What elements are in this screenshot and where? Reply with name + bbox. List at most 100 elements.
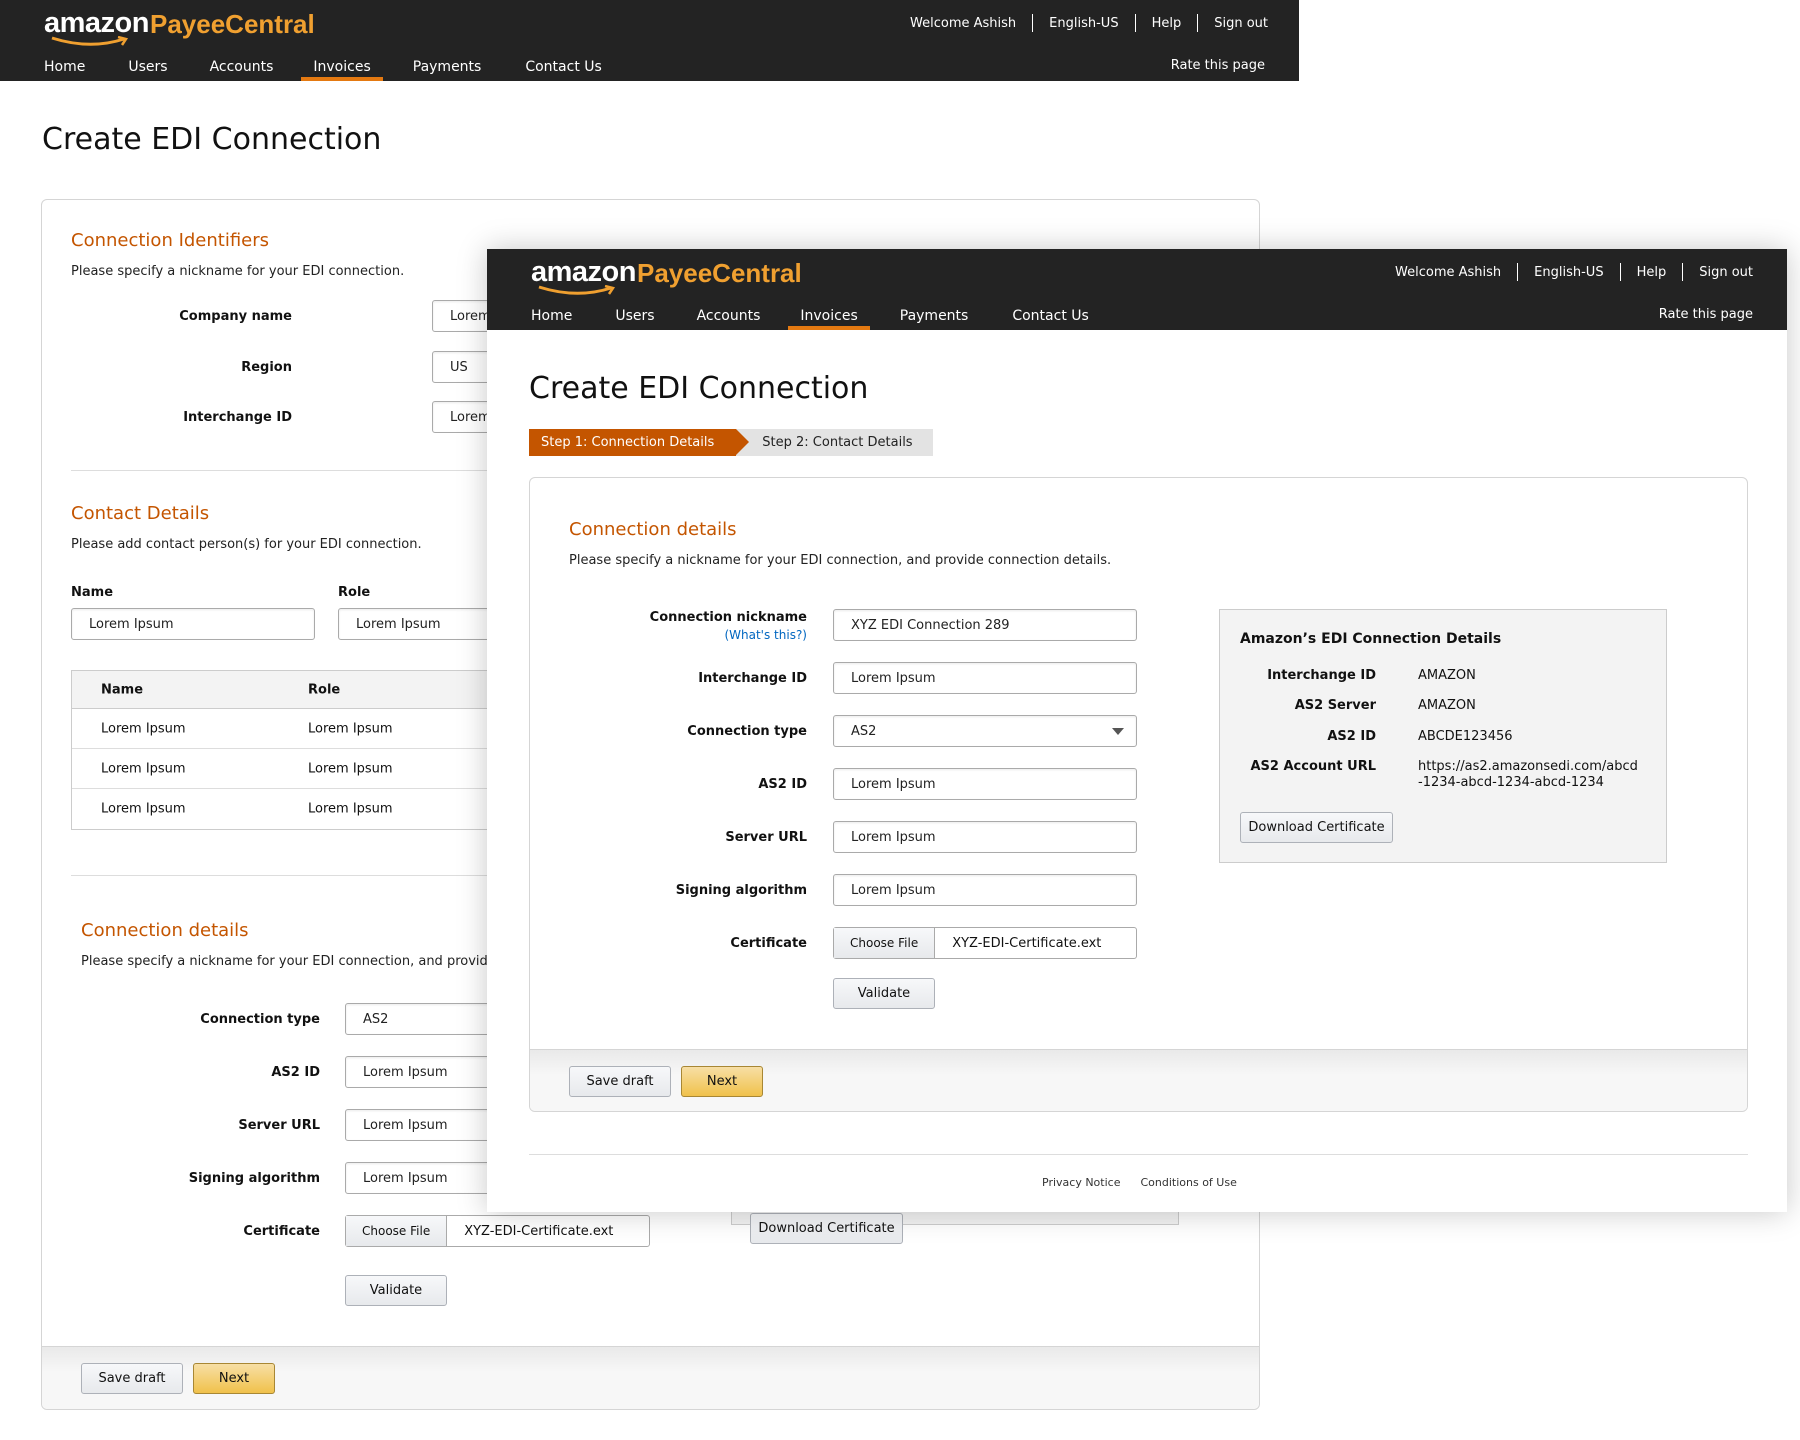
back-connection-type-label: Connection type	[200, 1012, 320, 1027]
back-header: amazon PayeeCentral Welcome Ashish Engli…	[0, 0, 1299, 81]
amazon-as2-url-label: AS2 Account URL	[1250, 759, 1377, 774]
amazon-details-box: Amazon’s EDI Connection Details Intercha…	[1219, 609, 1667, 863]
footer-divider	[529, 1154, 1748, 1155]
back-form-footer: Save draft Next	[42, 1346, 1259, 1409]
step-2-contact-details[interactable]: Step 2: Contact Details	[736, 429, 933, 456]
contact-name-input[interactable]: Lorem Ipsum	[71, 608, 315, 640]
connection-type-value: AS2	[851, 723, 877, 739]
company-name-label: Company name	[179, 309, 292, 324]
signing-algorithm-input[interactable]: Lorem Ipsum	[833, 874, 1137, 906]
amazon-as2-id-label: AS2 ID	[1327, 729, 1376, 744]
sign-out-link[interactable]: Sign out	[1198, 16, 1284, 31]
next-button[interactable]: Next	[681, 1066, 763, 1097]
connection-type-label: Connection type	[687, 724, 807, 739]
welcome-text: Welcome Ashish	[910, 15, 1017, 31]
col-role-header: Role	[308, 682, 341, 697]
back-top-links: Welcome Ashish English-US Help Sign out	[894, 14, 1284, 32]
row-name: Lorem Ipsum	[101, 801, 186, 817]
interchange-id-label: Interchange ID	[698, 671, 807, 686]
identifiers-title: Connection Identifiers	[71, 230, 270, 251]
validate-button[interactable]: Validate	[833, 978, 935, 1009]
rate-page-link[interactable]: Rate this page	[1659, 307, 1753, 322]
logo-payee-central-text: PayeeCentral	[636, 258, 802, 288]
contact-details-title: Contact Details	[71, 503, 210, 524]
nav-contact-us[interactable]: Contact Us	[501, 52, 625, 81]
certificate-file-input[interactable]: Choose File XYZ-EDI-Certificate.ext	[833, 927, 1137, 959]
chevron-down-icon	[1112, 728, 1124, 735]
amazon-as2-url-line-1: https://as2.amazonsedi.com/abcd	[1418, 759, 1638, 774]
amazon-interchange-label: Interchange ID	[1267, 668, 1376, 683]
whats-this-link[interactable]: (What's this?)	[570, 628, 807, 642]
back-choose-file-button[interactable]: Choose File	[346, 1216, 448, 1246]
amazon-interchange-value: AMAZON	[1418, 668, 1476, 683]
page-title: Create EDI Connection	[42, 122, 382, 157]
back-server-url-label: Server URL	[238, 1118, 320, 1133]
interchange-id-input[interactable]: Lorem Ipsum	[833, 662, 1137, 694]
nav-home[interactable]: Home	[512, 301, 591, 330]
front-nav: Home Users Accounts Invoices Payments Co…	[512, 301, 1113, 330]
help-link[interactable]: Help	[1136, 16, 1198, 31]
page-title: Create EDI Connection	[529, 371, 869, 406]
conditions-of-use-link[interactable]: Conditions of Use	[1140, 1176, 1236, 1189]
sign-out-link[interactable]: Sign out	[1683, 265, 1769, 280]
step-1-connection-details[interactable]: Step 1: Connection Details	[529, 429, 750, 456]
nav-contact-us[interactable]: Contact Us	[988, 301, 1112, 330]
row-role: Lorem Ipsum	[308, 801, 393, 817]
nav-users[interactable]: Users	[104, 52, 191, 81]
back-validate-button[interactable]: Validate	[345, 1275, 447, 1306]
download-certificate-button[interactable]: Download Certificate	[1240, 812, 1393, 843]
back-certificate-label: Certificate	[243, 1224, 320, 1239]
language-link[interactable]: English-US	[1518, 265, 1619, 280]
front-top-links: Welcome Ashish English-US Help Sign out	[1379, 263, 1769, 281]
nickname-label: Connection nickname	[649, 610, 807, 625]
back-logo[interactable]: amazon PayeeCentral	[44, 6, 315, 46]
nav-payments[interactable]: Payments	[393, 52, 502, 81]
choose-file-button[interactable]: Choose File	[834, 928, 936, 958]
back-connection-desc: Please specify a nickname for your EDI c…	[81, 954, 532, 969]
amazon-as2-server-label: AS2 Server	[1294, 698, 1376, 713]
back-as2-id-label: AS2 ID	[271, 1065, 320, 1080]
help-link[interactable]: Help	[1621, 265, 1683, 280]
language-link[interactable]: English-US	[1033, 16, 1134, 31]
back-download-certificate-button[interactable]: Download Certificate	[750, 1213, 903, 1244]
server-url-label: Server URL	[725, 830, 807, 845]
nav-invoices[interactable]: Invoices	[788, 301, 871, 330]
server-url-input[interactable]: Lorem Ipsum	[833, 821, 1137, 853]
nav-payments[interactable]: Payments	[880, 301, 989, 330]
back-certificate-filename: XYZ-EDI-Certificate.ext	[464, 1223, 614, 1239]
rate-page-link[interactable]: Rate this page	[1171, 58, 1265, 73]
interchange-id-label: Interchange ID	[183, 410, 292, 425]
as2-id-input[interactable]: Lorem Ipsum	[833, 768, 1137, 800]
nav-invoices[interactable]: Invoices	[301, 52, 384, 81]
back-nav: Home Users Accounts Invoices Payments Co…	[25, 52, 626, 81]
back-next-button[interactable]: Next	[193, 1363, 275, 1394]
connection-type-select[interactable]: AS2	[833, 715, 1137, 747]
amazon-details-title: Amazon’s EDI Connection Details	[1240, 631, 1502, 647]
nickname-input[interactable]: XYZ EDI Connection 289	[833, 609, 1137, 641]
amazon-as2-url-line-2: -1234-abcd-1234-abcd-1234	[1418, 775, 1604, 790]
front-window: amazon PayeeCentral Welcome Ashish Engli…	[487, 249, 1787, 1212]
nav-home[interactable]: Home	[25, 52, 104, 81]
privacy-notice-link[interactable]: Privacy Notice	[1042, 1176, 1120, 1189]
contact-details-desc: Please add contact person(s) for your ED…	[71, 537, 422, 552]
amazon-as2-server-value: AMAZON	[1418, 698, 1476, 713]
certificate-label: Certificate	[730, 936, 807, 951]
nav-users[interactable]: Users	[591, 301, 678, 330]
contact-role-label: Role	[338, 585, 371, 600]
as2-id-label: AS2 ID	[758, 777, 807, 792]
front-logo[interactable]: amazon PayeeCentral	[531, 255, 802, 295]
row-role: Lorem Ipsum	[308, 721, 393, 736]
nav-accounts[interactable]: Accounts	[192, 52, 292, 81]
save-draft-button[interactable]: Save draft	[569, 1066, 671, 1097]
back-save-draft-button[interactable]: Save draft	[81, 1363, 183, 1394]
row-name: Lorem Ipsum	[101, 761, 186, 776]
front-form-footer: Save draft Next	[530, 1049, 1747, 1111]
back-certificate-file-input[interactable]: Choose File XYZ-EDI-Certificate.ext	[345, 1215, 650, 1247]
amazon-smile-icon	[538, 285, 616, 295]
front-header: amazon PayeeCentral Welcome Ashish Engli…	[487, 249, 1787, 330]
logo-payee-central-text: PayeeCentral	[149, 9, 315, 39]
back-connection-title: Connection details	[81, 920, 249, 941]
nav-accounts[interactable]: Accounts	[679, 301, 779, 330]
page-footer-links: Privacy Notice Conditions of Use	[1042, 1176, 1237, 1189]
row-role: Lorem Ipsum	[308, 761, 393, 776]
